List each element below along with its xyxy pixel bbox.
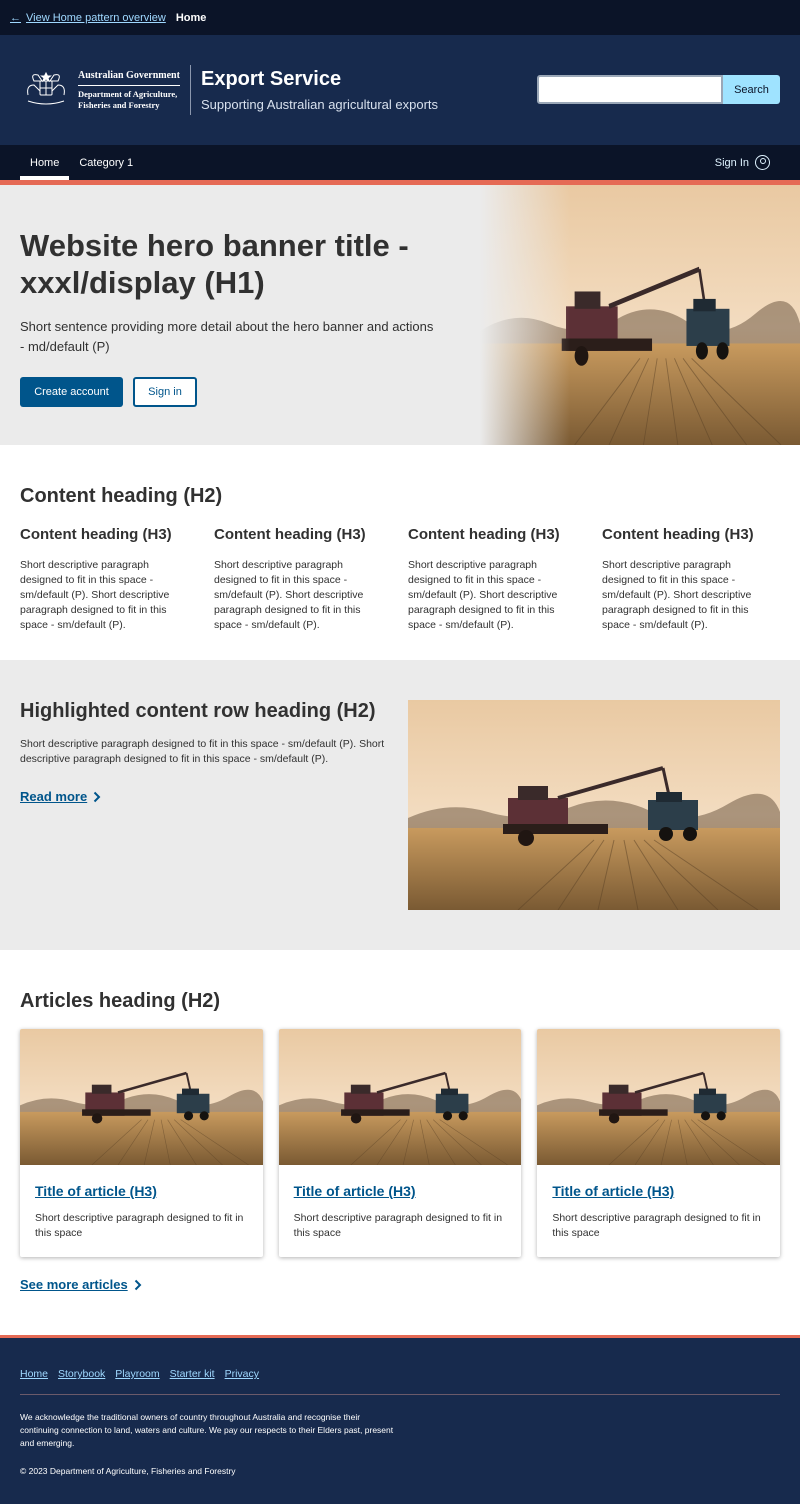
article-card[interactable]: Title of article (H3) Short descriptive … bbox=[278, 1029, 522, 1257]
column-heading: Content heading (H3) bbox=[20, 526, 172, 543]
nav-item-home[interactable]: Home bbox=[20, 145, 70, 180]
current-crumb: Home bbox=[175, 11, 207, 24]
article-text: Short descriptive paragraph designed to … bbox=[293, 1212, 503, 1239]
articles-section: Articles heading (H2) Title of article (… bbox=[0, 950, 800, 1335]
nav-item-category-1[interactable]: Category 1 bbox=[69, 145, 143, 180]
footer-link-home[interactable]: Home bbox=[20, 1368, 48, 1380]
dept-line2: Fisheries and Forestry bbox=[78, 99, 160, 110]
column-heading: Content heading (H3) bbox=[408, 526, 560, 543]
top-bar: ← View Home pattern overview Home bbox=[0, 0, 800, 35]
column-text: Short descriptive paragraph designed to … bbox=[20, 559, 170, 631]
read-more-label: Read more bbox=[20, 789, 88, 804]
article-text: Short descriptive paragraph designed to … bbox=[552, 1212, 761, 1239]
sign-in-link[interactable]: Sign In bbox=[715, 145, 770, 180]
column-heading: Content heading (H3) bbox=[214, 526, 366, 543]
user-circle-icon bbox=[755, 155, 770, 170]
highlight-heading: Highlighted content row heading (H2) bbox=[20, 700, 376, 722]
brand: Export Service Supporting Australian agr… bbox=[201, 68, 438, 112]
content-section: Content heading (H2) Content heading (H3… bbox=[0, 445, 800, 660]
back-link[interactable]: ← View Home pattern overview bbox=[10, 12, 166, 24]
site-subtitle: Supporting Australian agricultural expor… bbox=[201, 97, 439, 112]
footer-link-starter-kit[interactable]: Starter kit bbox=[170, 1368, 215, 1380]
sign-in-button[interactable]: Sign in bbox=[133, 377, 197, 407]
site-title[interactable]: Export Service bbox=[201, 68, 438, 91]
article-card[interactable]: Title of article (H3) Short descriptive … bbox=[20, 1029, 263, 1257]
footer-divider bbox=[20, 1394, 780, 1395]
article-text: Short descriptive paragraph designed to … bbox=[35, 1212, 244, 1239]
hero-title: Website hero banner title - xxxl/display… bbox=[20, 228, 409, 300]
create-account-button[interactable]: Create account bbox=[20, 377, 123, 407]
article-image bbox=[537, 1029, 781, 1165]
search-button[interactable]: Search bbox=[723, 75, 780, 104]
footer-link-storybook[interactable]: Storybook bbox=[58, 1368, 105, 1380]
see-more-label: See more articles bbox=[20, 1277, 128, 1292]
gov-name: Australian Government bbox=[78, 70, 180, 87]
article-image bbox=[20, 1029, 263, 1165]
search-input[interactable] bbox=[537, 75, 723, 104]
column-text: Short descriptive paragraph designed to … bbox=[408, 559, 558, 631]
article-image bbox=[278, 1029, 522, 1165]
chevron-right-icon bbox=[134, 1279, 142, 1290]
back-link-label: View Home pattern overview bbox=[26, 11, 166, 24]
column-heading: Content heading (H3) bbox=[602, 526, 754, 543]
content-column: Content heading (H3) Short descriptive p… bbox=[408, 526, 579, 633]
content-column: Content heading (H3) Short descriptive p… bbox=[602, 526, 773, 633]
column-text: Short descriptive paragraph designed to … bbox=[602, 559, 752, 631]
hero-text: Short sentence providing more detail abo… bbox=[20, 319, 434, 354]
main-nav: Home Category 1 Sign In bbox=[0, 145, 800, 180]
read-more-link[interactable]: Read more bbox=[20, 789, 385, 804]
article-card[interactable]: Title of article (H3) Short descriptive … bbox=[537, 1029, 781, 1257]
article-title[interactable]: Title of article (H3) bbox=[35, 1183, 248, 1199]
hero-image bbox=[480, 185, 800, 445]
government-logo[interactable]: Australian Government Department of Agri… bbox=[20, 70, 180, 111]
header-divider bbox=[190, 65, 191, 115]
highlight-text: Short descriptive paragraph designed to … bbox=[20, 738, 385, 765]
articles-heading: Articles heading (H2) bbox=[20, 990, 221, 1012]
article-title[interactable]: Title of article (H3) bbox=[294, 1183, 507, 1199]
chevron-right-icon bbox=[93, 791, 101, 802]
footer-links: Home Storybook Playroom Starter kit Priv… bbox=[20, 1368, 780, 1380]
content-heading: Content heading (H2) bbox=[20, 485, 223, 507]
hero-banner: Website hero banner title - xxxl/display… bbox=[0, 185, 800, 445]
highlighted-section: Highlighted content row heading (H2) Sho… bbox=[0, 660, 800, 950]
site-header: Australian Government Department of Agri… bbox=[0, 35, 800, 145]
footer-link-playroom[interactable]: Playroom bbox=[115, 1368, 159, 1380]
content-column: Content heading (H3) Short descriptive p… bbox=[214, 526, 385, 633]
footer-link-privacy[interactable]: Privacy bbox=[225, 1368, 259, 1380]
content-column: Content heading (H3) Short descriptive p… bbox=[20, 526, 191, 633]
acknowledgement-text: We acknowledge the traditional owners of… bbox=[20, 1412, 394, 1448]
article-title[interactable]: Title of article (H3) bbox=[552, 1183, 765, 1199]
arrow-left-icon: ← bbox=[10, 11, 21, 24]
search-form: Search bbox=[537, 75, 780, 104]
dept-line1: Department of Agriculture, bbox=[78, 89, 178, 100]
site-footer: Home Storybook Playroom Starter kit Priv… bbox=[0, 1338, 800, 1504]
column-text: Short descriptive paragraph designed to … bbox=[214, 559, 364, 631]
highlight-image bbox=[408, 700, 780, 910]
copyright-text: © 2023 Department of Agriculture, Fisher… bbox=[20, 1466, 236, 1476]
sign-in-label: Sign In bbox=[714, 156, 749, 169]
government-crest-icon bbox=[27, 71, 65, 105]
see-more-articles-link[interactable]: See more articles bbox=[20, 1277, 780, 1292]
